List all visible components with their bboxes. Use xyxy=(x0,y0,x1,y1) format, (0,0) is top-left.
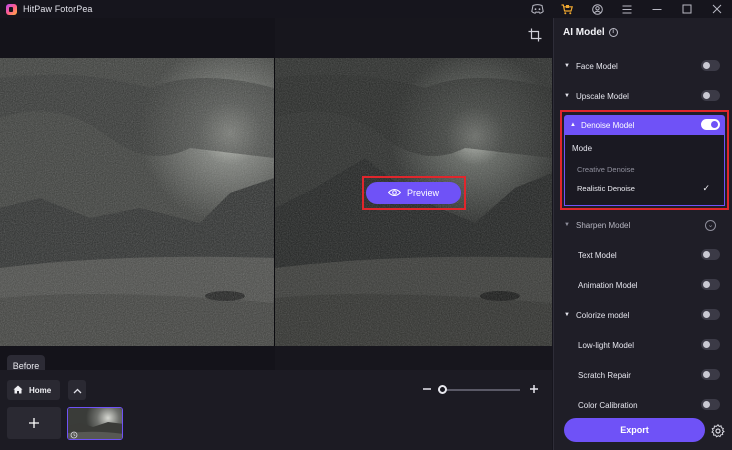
image-thumbnail[interactable] xyxy=(67,407,123,440)
home-icon xyxy=(13,385,23,396)
mode-option-label: Creative Denoise xyxy=(577,164,635,174)
model-label: Denoise Model xyxy=(581,120,635,130)
model-row-color-calibration[interactable]: Color Calibration xyxy=(564,396,726,414)
mode-label: Mode xyxy=(572,144,593,153)
animation-model-toggle[interactable] xyxy=(701,279,720,290)
collapse-button[interactable] xyxy=(68,380,86,400)
lowlight-model-toggle[interactable] xyxy=(701,339,720,350)
maximize-icon[interactable] xyxy=(672,0,702,18)
chevron-up-icon xyxy=(73,381,82,399)
model-row-animation[interactable]: Animation Model xyxy=(564,276,726,294)
settings-gear-icon[interactable] xyxy=(711,424,725,438)
panel-title-text: AI Model xyxy=(563,27,605,38)
expand-triangle-icon: ▼ xyxy=(564,312,570,318)
model-label: Colorize model xyxy=(576,310,630,320)
plus-icon xyxy=(28,412,40,435)
zoom-slider[interactable] xyxy=(438,389,520,391)
account-icon[interactable] xyxy=(582,0,612,18)
color-calibration-toggle[interactable] xyxy=(701,399,720,410)
ai-model-panel: AI Model i ▼ Face Model ▼ Upscale Model … xyxy=(553,18,732,450)
export-button[interactable]: Export xyxy=(564,418,705,442)
model-label: Sharpen Model xyxy=(576,220,631,230)
model-row-upscale[interactable]: ▼ Upscale Model xyxy=(564,87,726,105)
app-title: HitPaw FotorPea xyxy=(23,4,93,14)
home-button[interactable]: Home xyxy=(7,380,60,400)
model-label: Face Model xyxy=(576,61,618,71)
scratch-repair-toggle[interactable] xyxy=(701,369,720,380)
model-label: Upscale Model xyxy=(576,91,629,101)
image-canvas: Before xyxy=(0,18,552,377)
title-bar: HitPaw FotorPea xyxy=(0,0,732,18)
text-model-toggle[interactable] xyxy=(701,249,720,260)
add-image-button[interactable] xyxy=(7,407,61,439)
model-row-text[interactable]: Text Model xyxy=(564,246,726,264)
face-model-toggle[interactable] xyxy=(701,60,720,71)
before-image xyxy=(0,58,274,346)
app-logo xyxy=(6,3,17,15)
mode-option-label: Realistic Denoise xyxy=(577,183,635,193)
mode-option-creative[interactable]: Creative Denoise xyxy=(567,160,722,178)
model-label: Color Calibration xyxy=(578,400,638,410)
zoom-out-button[interactable] xyxy=(421,383,433,395)
model-row-sharpen[interactable]: ▼ Sharpen Model ⌄ xyxy=(564,216,726,234)
model-row-colorize[interactable]: ▼ Colorize model xyxy=(564,306,726,324)
app-window: HitPaw FotorPea Before Preview Home AI M… xyxy=(0,0,732,450)
bottom-bar: Home xyxy=(0,370,552,450)
model-label: Low-light Model xyxy=(578,340,635,350)
checkmark-icon: ✓ xyxy=(702,182,710,193)
denoise-options: Mode Creative Denoise Realistic Denoise … xyxy=(564,135,725,206)
home-label: Home xyxy=(29,385,52,395)
eye-icon xyxy=(387,188,402,199)
collapse-triangle-icon: ▲ xyxy=(570,122,576,128)
preview-button[interactable]: Preview xyxy=(366,182,461,204)
mode-option-realistic[interactable]: Realistic Denoise ✓ xyxy=(567,179,722,197)
menu-icon[interactable] xyxy=(612,0,642,18)
zoom-in-button[interactable] xyxy=(528,383,540,395)
title-bar-icons xyxy=(522,0,732,18)
model-row-scratch[interactable]: Scratch Repair xyxy=(564,366,726,384)
colorize-model-toggle[interactable] xyxy=(701,309,720,320)
denoise-model-toggle[interactable] xyxy=(701,119,720,130)
close-icon[interactable] xyxy=(702,0,732,18)
expand-triangle-icon: ▼ xyxy=(564,63,570,69)
expand-triangle-icon: ▼ xyxy=(564,222,570,228)
chevron-down-circle-icon[interactable]: ⌄ xyxy=(705,220,716,231)
minimize-icon[interactable] xyxy=(642,0,672,18)
crop-icon[interactable] xyxy=(528,28,542,42)
upscale-model-toggle[interactable] xyxy=(701,90,720,101)
model-label: Animation Model xyxy=(578,280,638,290)
panel-title: AI Model i xyxy=(563,27,618,38)
model-row-face[interactable]: ▼ Face Model xyxy=(564,57,726,75)
discord-icon[interactable] xyxy=(522,0,552,18)
zoom-slider-thumb[interactable] xyxy=(437,385,447,394)
cart-icon[interactable] xyxy=(552,0,582,18)
preview-button-label: Preview xyxy=(406,188,439,198)
expand-triangle-icon: ▼ xyxy=(564,93,570,99)
info-icon[interactable]: i xyxy=(608,28,618,37)
model-row-lowlight[interactable]: Low-light Model xyxy=(564,336,726,354)
model-label: Text Model xyxy=(578,250,617,260)
model-row-denoise[interactable]: ▲ Denoise Model xyxy=(564,115,725,135)
model-label: Scratch Repair xyxy=(578,370,631,380)
